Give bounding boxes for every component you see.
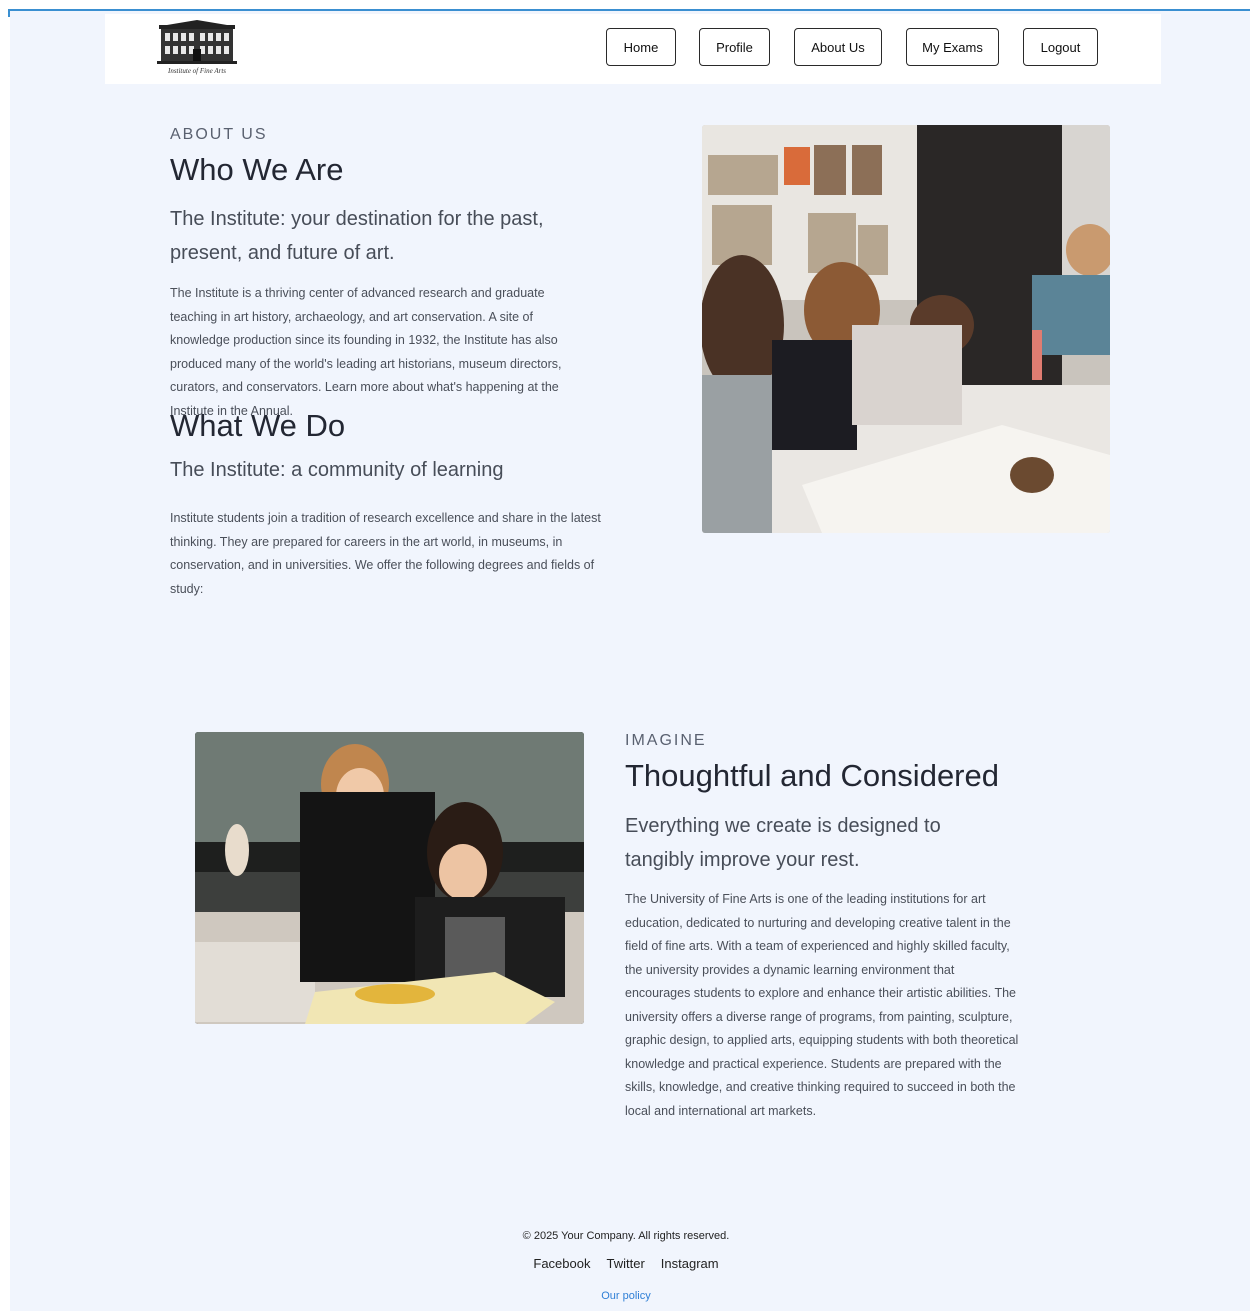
what-we-do-lead: The Institute: a community of learning	[170, 459, 504, 481]
logo-caption: Institute of Fine Arts	[167, 67, 226, 75]
what-we-do-title: What We Do	[170, 408, 346, 443]
footer-copyright: © 2025 Your Company. All rights reserved…	[522, 1230, 730, 1242]
nav-about-us-button[interactable]: About Us	[794, 28, 882, 66]
imagine-body: The University of Fine Arts is one of th…	[625, 892, 1019, 1118]
who-we-are-body: The Institute is a thriving center of ad…	[170, 286, 562, 418]
twitter-link[interactable]: Twitter	[606, 1256, 644, 1271]
who-we-are-lead: The Institute: your destination for the …	[170, 208, 544, 264]
institute-logo[interactable]: Institute of Fine Arts	[157, 19, 237, 77]
what-we-do-body: Institute students join a tradition of r…	[170, 511, 601, 596]
imagine-title: Thoughtful and Considered	[625, 758, 999, 793]
imagine-eyebrow: IMAGINE	[625, 732, 707, 749]
nav-logout-button[interactable]: Logout	[1023, 28, 1098, 66]
classroom-photo	[702, 125, 1110, 533]
students-painting-photo	[195, 732, 584, 1024]
top-navbar: Institute of Fine Arts Home Profile Abou…	[105, 14, 1161, 84]
building-icon	[157, 20, 237, 64]
imagine-lead: Everything we create is designed to tang…	[625, 815, 941, 871]
nav-my-exams-button[interactable]: My Exams	[906, 28, 999, 66]
policy-link[interactable]: Our policy	[0, 1290, 1252, 1302]
nav-home-button[interactable]: Home	[606, 28, 676, 66]
who-we-are-title: Who We Are	[170, 152, 344, 187]
facebook-link[interactable]: Facebook	[533, 1256, 590, 1271]
nav-profile-button[interactable]: Profile	[699, 28, 770, 66]
about-eyebrow: ABOUT US	[170, 126, 268, 143]
footer-social-links: Facebook Twitter Instagram	[0, 1256, 1252, 1271]
instagram-link[interactable]: Instagram	[661, 1256, 719, 1271]
